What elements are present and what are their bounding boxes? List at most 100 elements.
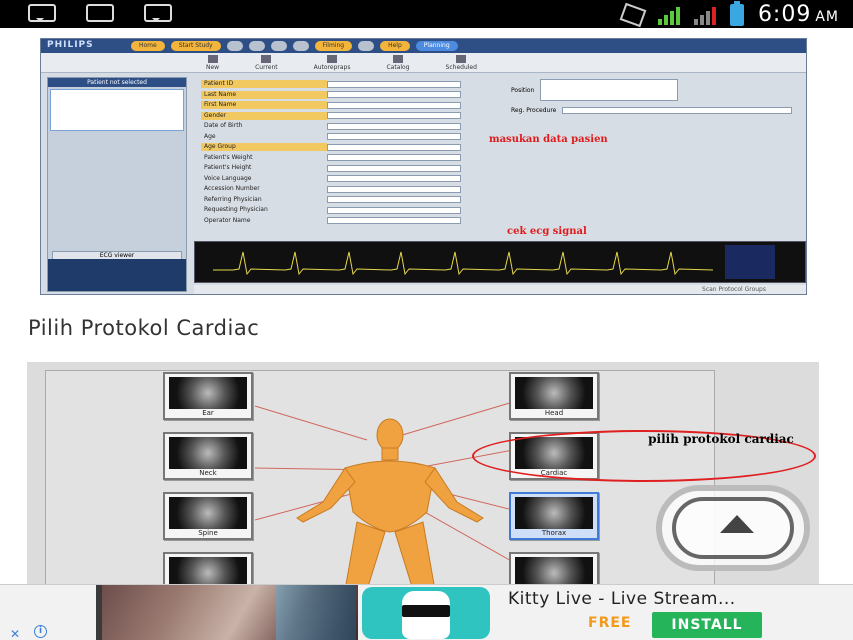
form-label: Patient's Weight xyxy=(204,153,253,161)
message-notification-icon xyxy=(144,4,172,22)
form-label: Gender xyxy=(201,111,327,120)
position-label: Position xyxy=(511,86,535,94)
form-field xyxy=(327,175,461,182)
scan-image xyxy=(515,497,593,529)
form-row: Patient ID xyxy=(201,79,511,89)
philips-tab xyxy=(226,41,243,51)
philips-toolbar-item: Autorepraps xyxy=(314,55,351,71)
philips-toolbar: New Current Autorepraps Catalog Scheduled xyxy=(41,53,806,73)
bbm-notification-icon xyxy=(28,4,56,22)
reg-procedure-field xyxy=(562,107,793,114)
form-field xyxy=(327,122,461,130)
form-label: Age Group xyxy=(201,143,327,151)
kitty-live-app-icon[interactable] xyxy=(362,587,490,639)
patient-form: Patient ID Last Name First Name Gender Date … xyxy=(201,79,511,226)
form-field xyxy=(327,133,461,140)
install-button[interactable]: INSTALL xyxy=(652,612,762,638)
form-field xyxy=(327,217,461,224)
section-heading: Pilih Protokol Cardiac xyxy=(28,316,260,340)
philips-left-panel: Patient not selected ECG viewer xyxy=(47,77,187,292)
annotation-check-ecg: cek ecg signal xyxy=(507,226,587,237)
form-label: Requesting Physician xyxy=(204,206,268,213)
form-row: Last Name xyxy=(201,90,511,100)
form-field xyxy=(327,80,461,88)
position-selector xyxy=(540,79,679,101)
philips-tab: Help xyxy=(380,41,410,51)
philips-tab: Home xyxy=(131,41,165,51)
left-panel-title: Patient not selected xyxy=(48,78,186,87)
form-row: Requesting Physician xyxy=(201,205,511,215)
philips-tab: Filming xyxy=(314,41,353,51)
clock: 6:09 AM xyxy=(757,2,839,27)
ad-title[interactable]: Kitty Live - Live Stream... xyxy=(508,589,736,609)
form-field xyxy=(327,154,461,161)
scan-image xyxy=(169,437,247,469)
protocol-thumb: Head xyxy=(509,372,599,420)
body-figure xyxy=(296,418,484,590)
form-row: Voice Language xyxy=(201,174,511,184)
form-row: First Name xyxy=(201,100,511,110)
status-bar: 6:09 AM xyxy=(0,0,853,28)
form-row: Referring Physician xyxy=(201,195,511,205)
philips-toolbar-item: Catalog xyxy=(386,55,409,71)
ad-banner[interactable]: ✕ i Kitty Live - Live Stream... FREE INS… xyxy=(0,584,853,640)
philips-toolbar-item: Scheduled xyxy=(446,55,477,71)
philips-toolbar-item: New xyxy=(206,55,219,71)
form-row: Patient's Height xyxy=(201,163,511,173)
philips-header: PHILIPS Home Start Study Filming Help Planni… xyxy=(41,39,806,53)
scan-image xyxy=(169,497,247,529)
form-field xyxy=(327,112,461,119)
ad-info-icon[interactable]: i xyxy=(34,625,47,638)
signal-2-icon xyxy=(693,5,716,25)
protocol-label: Neck xyxy=(199,469,217,477)
philips-logo: PHILIPS xyxy=(47,40,94,50)
philips-tabs: Home Start Study Filming Help Planning xyxy=(131,41,458,51)
protocol-label: Spine xyxy=(198,529,218,537)
form-label: Voice Language xyxy=(204,174,252,182)
philips-right-panel: Position Reg. Procedure xyxy=(511,79,801,114)
protocol-label: Head xyxy=(544,409,564,417)
form-label: Patient's Height xyxy=(204,164,252,171)
ad-photo[interactable] xyxy=(96,585,358,640)
gallery-notification-icon xyxy=(86,4,114,22)
philips-registration-image: PHILIPS Home Start Study Filming Help Planni… xyxy=(40,38,807,295)
form-row: Date of Birth xyxy=(201,121,511,131)
ecg-signal-panel xyxy=(194,241,806,283)
form-field xyxy=(327,164,461,172)
scroll-to-top-button[interactable] xyxy=(656,485,810,571)
form-field xyxy=(327,206,461,214)
scan-image xyxy=(515,377,593,409)
protocol-label: Ear xyxy=(202,409,214,417)
form-field xyxy=(327,196,461,203)
form-row: Gender xyxy=(201,111,511,121)
philips-tab xyxy=(292,41,309,51)
screen: 6:09 AM PHILIPS Home Start Study Filming Hel… xyxy=(0,0,853,640)
heart-rate-display xyxy=(725,245,775,279)
protocol-thumb: Neck xyxy=(163,432,253,480)
form-label: Referring Physician xyxy=(204,195,262,203)
form-field xyxy=(327,185,461,193)
form-label: Last Name xyxy=(201,90,327,99)
close-ad-icon[interactable]: ✕ xyxy=(10,627,20,640)
ecg-waveform xyxy=(213,251,713,276)
form-label: First Name xyxy=(201,101,327,109)
form-row: Operator Name xyxy=(201,216,511,226)
patient-list-box xyxy=(50,89,184,131)
form-label: Patient ID xyxy=(201,80,327,88)
form-row: Age xyxy=(201,132,511,142)
protocol-thumb: Thorax xyxy=(509,492,599,540)
form-field xyxy=(327,91,461,98)
form-field xyxy=(327,101,461,109)
form-label: Age xyxy=(204,132,216,140)
rotate-icon xyxy=(619,2,647,27)
left-panel-footer xyxy=(48,259,186,291)
battery-icon xyxy=(729,0,744,26)
protocol-label: Thorax xyxy=(541,529,567,537)
form-field xyxy=(327,143,461,151)
annotation-select-cardiac: pilih protokol cardiac xyxy=(648,432,794,446)
signal-icon xyxy=(657,5,680,25)
scan-image xyxy=(169,377,247,409)
philips-tab xyxy=(358,41,375,51)
protocol-thumb: Ear xyxy=(163,372,253,420)
ad-price: FREE xyxy=(588,615,632,631)
